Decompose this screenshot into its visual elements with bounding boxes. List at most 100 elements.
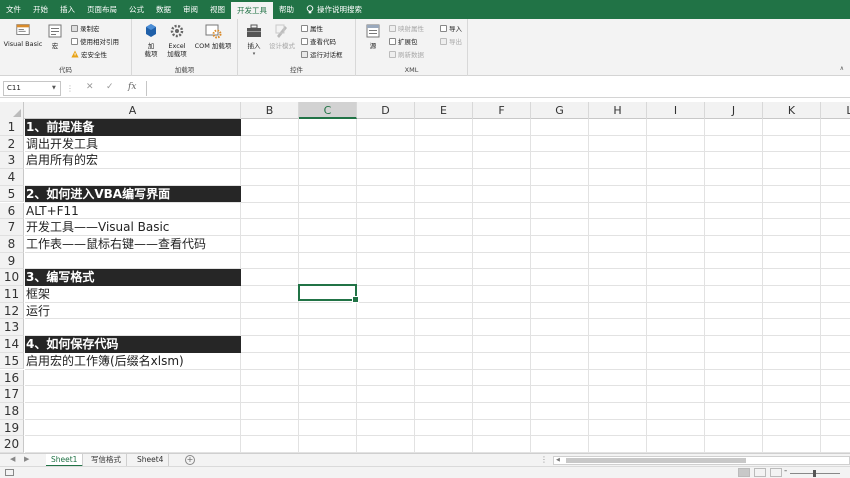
column-header-f[interactable]: F — [473, 102, 531, 119]
import-button[interactable]: 导入 — [440, 23, 462, 33]
tell-me-search[interactable]: 操作说明搜索 — [306, 4, 362, 15]
column-header-a[interactable]: A — [25, 102, 241, 119]
tab-formulas[interactable]: 公式 — [123, 0, 150, 19]
addins-button[interactable]: 加 载项 — [142, 22, 160, 58]
tab-review[interactable]: 审阅 — [177, 0, 204, 19]
text-cell[interactable]: 开发工具——Visual Basic — [25, 219, 241, 236]
chevron-down-icon[interactable]: ▼ — [52, 85, 56, 91]
row-header-6[interactable]: 6 — [0, 202, 24, 220]
xml-source-button[interactable]: 源 — [364, 22, 382, 50]
row-header-20[interactable]: 20 — [0, 436, 24, 453]
worksheet-grid[interactable]: ABCDEFGHIJKL 1 2 3 4 5 6 7 8 9 10 11 12 13 14 15 16 17 18… — [0, 102, 850, 454]
map-properties-button[interactable]: 映射属性 — [389, 23, 424, 33]
column-header-b[interactable]: B — [241, 102, 299, 119]
design-mode-button[interactable]: 设计模式 — [267, 22, 297, 50]
visual-basic-button[interactable]: Visual Basic — [3, 22, 43, 48]
cancel-icon[interactable]: ✕ — [86, 82, 94, 92]
macro-record-status-icon[interactable] — [5, 469, 14, 476]
zoom-out-icon[interactable]: - — [784, 466, 787, 476]
text-cell[interactable]: 启用宏的工作簿(后缀名xlsm) — [25, 353, 241, 370]
row-header-8[interactable]: 8 — [0, 235, 24, 253]
row-header-1[interactable]: 1 — [0, 119, 24, 136]
tab-view[interactable]: 视图 — [204, 0, 231, 19]
tab-file[interactable]: 文件 — [0, 0, 27, 19]
zoom-slider-knob[interactable] — [813, 470, 816, 477]
tab-insert[interactable]: 插入 — [54, 0, 81, 19]
row-header-4[interactable]: 4 — [0, 169, 24, 186]
page-break-view-icon[interactable] — [770, 468, 782, 477]
select-all-button[interactable] — [0, 102, 24, 119]
text-cell[interactable]: ALT+F11 — [25, 203, 241, 220]
row-header-2[interactable]: 2 — [0, 135, 24, 153]
scroll-left-icon[interactable]: ◀ — [556, 457, 560, 463]
tab-page-layout[interactable]: 页面布局 — [81, 0, 123, 19]
column-header-d[interactable]: D — [357, 102, 415, 119]
excel-addins-button[interactable]: Excel 加载项 — [165, 22, 189, 58]
properties-button[interactable]: 属性 — [301, 23, 323, 33]
tab-split-handle[interactable]: ⋮ — [540, 455, 548, 464]
text-cell[interactable]: 启用所有的宏 — [25, 152, 241, 169]
column-headers: ABCDEFGHIJKL — [0, 102, 850, 119]
insert-function-icon[interactable]: fx — [128, 82, 136, 92]
column-header-k[interactable]: K — [763, 102, 821, 119]
column-header-g[interactable]: G — [531, 102, 589, 119]
row-header-17[interactable]: 17 — [0, 386, 24, 403]
text-cell[interactable]: 框架 — [25, 286, 241, 303]
macros-button[interactable]: 宏 — [47, 22, 63, 50]
export-button[interactable]: 导出 — [440, 36, 462, 46]
view-code-button[interactable]: 查看代码 — [301, 36, 336, 46]
column-header-c[interactable]: C — [299, 102, 357, 119]
tab-developer[interactable]: 开发工具 — [231, 2, 273, 19]
map-properties-icon — [389, 24, 396, 32]
ribbon: Visual Basic 宏 录制宏 使用相对引用 宏安全性 代码 加 载项 E… — [0, 19, 850, 76]
row-header-3[interactable]: 3 — [0, 152, 24, 170]
column-header-j[interactable]: J — [705, 102, 763, 119]
row-header-18[interactable]: 18 — [0, 402, 24, 420]
tab-help[interactable]: 帮助 — [273, 0, 300, 19]
expansion-packs-button[interactable]: 扩展包 — [389, 36, 418, 46]
row-header-14[interactable]: 14 — [0, 336, 24, 353]
active-cell-selection[interactable] — [298, 284, 359, 303]
row-header-5[interactable]: 5 — [0, 185, 24, 203]
relative-reference-button[interactable]: 使用相对引用 — [71, 36, 119, 46]
collapse-ribbon-icon[interactable]: ∧ — [840, 65, 844, 72]
section-heading-cell[interactable]: 3、编写格式 — [25, 269, 241, 286]
normal-view-icon[interactable] — [738, 468, 750, 477]
column-header-i[interactable]: I — [647, 102, 705, 119]
prev-sheet-icon[interactable]: ◀ — [10, 455, 15, 463]
row-header-9[interactable]: 9 — [0, 252, 24, 270]
column-header-e[interactable]: E — [415, 102, 473, 119]
formula-bar-grip[interactable]: ⋮ — [66, 84, 74, 93]
text-cell[interactable]: 工作表——鼠标右键——查看代码 — [25, 236, 241, 253]
row-header-12[interactable]: 12 — [0, 302, 24, 320]
insert-control-button[interactable]: 插入 ▾ — [244, 22, 264, 58]
row-header-7[interactable]: 7 — [0, 219, 24, 236]
run-dialog-button[interactable]: 运行对话框 — [301, 49, 343, 59]
horizontal-scrollbar[interactable]: ◀ — [553, 456, 850, 465]
enter-icon[interactable]: ✓ — [106, 82, 114, 92]
com-addins-button[interactable]: COM 加载项 — [191, 22, 235, 50]
add-sheet-icon[interactable]: + — [185, 455, 195, 465]
tab-data[interactable]: 数据 — [150, 0, 177, 19]
section-heading-cell[interactable]: 2、如何进入VBA编写界面 — [25, 185, 241, 203]
section-heading-cell[interactable]: 1、前提准备 — [25, 119, 241, 136]
row-header-13[interactable]: 13 — [0, 319, 24, 337]
refresh-data-button[interactable]: 刷新数据 — [389, 49, 424, 59]
page-layout-view-icon[interactable] — [754, 468, 766, 477]
tab-home[interactable]: 开始 — [27, 0, 54, 19]
macro-security-button[interactable]: 宏安全性 — [71, 49, 107, 59]
row-header-10[interactable]: 10 — [0, 269, 24, 286]
column-header-h[interactable]: H — [589, 102, 647, 119]
text-cell[interactable]: 调出开发工具 — [25, 136, 241, 153]
record-macro-button[interactable]: 录制宏 — [71, 23, 100, 33]
next-sheet-icon[interactable]: ▶ — [24, 455, 29, 463]
row-header-11[interactable]: 11 — [0, 286, 24, 303]
row-header-16[interactable]: 16 — [0, 369, 24, 387]
row-header-19[interactable]: 19 — [0, 419, 24, 437]
row-header-15[interactable]: 15 — [0, 352, 24, 370]
section-heading-cell[interactable]: 4、如何保存代码 — [25, 336, 241, 353]
column-header-l[interactable]: L — [821, 102, 850, 119]
text-cell[interactable]: 运行 — [25, 303, 241, 320]
formula-input[interactable] — [146, 81, 846, 96]
scrollbar-thumb[interactable] — [566, 458, 746, 463]
